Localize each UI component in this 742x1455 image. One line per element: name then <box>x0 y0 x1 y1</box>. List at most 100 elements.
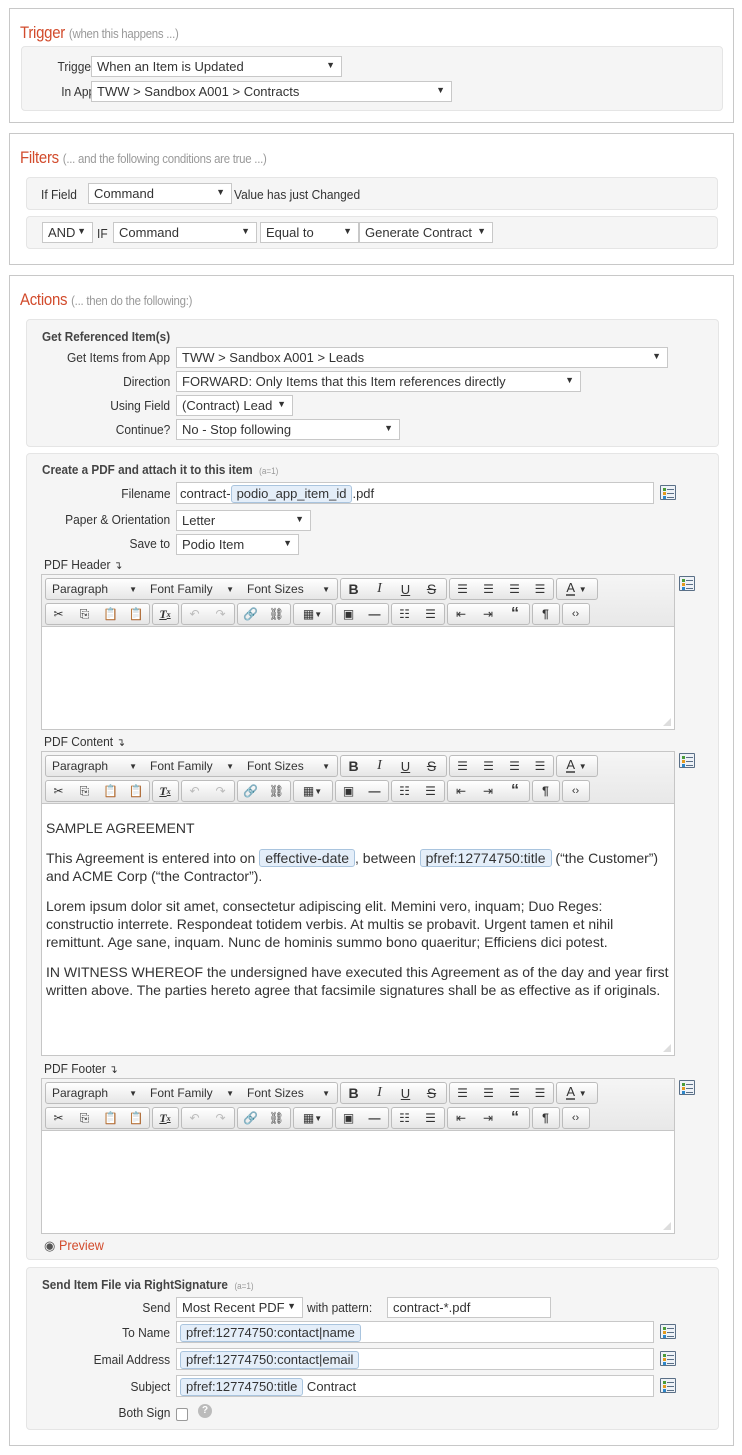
italic-icon[interactable]: I <box>367 1083 393 1103</box>
trigger-select[interactable]: When an Item is Updated ▼ <box>91 56 342 77</box>
align-justify-icon[interactable]: ☰ <box>528 1083 553 1103</box>
copy-icon[interactable]: ⎘ <box>72 1108 98 1128</box>
bullet-list-icon[interactable]: ☷ <box>392 781 418 801</box>
resize-handle[interactable] <box>663 718 671 726</box>
pdf-footer-content[interactable] <box>42 1131 674 1147</box>
underline-icon[interactable]: U <box>393 1083 419 1103</box>
align-left-icon[interactable]: ☰ <box>450 1083 476 1103</box>
numbered-list-icon[interactable]: ☰ <box>418 604 444 624</box>
image-icon[interactable]: ▣ <box>336 1108 362 1128</box>
indent-icon[interactable]: ⇥ <box>475 1108 502 1128</box>
copy-icon[interactable]: ⎘ <box>72 604 98 624</box>
field-picker-icon[interactable] <box>679 753 695 768</box>
align-justify-icon[interactable]: ☰ <box>528 756 553 776</box>
subject-token[interactable]: pfref:12774750:title <box>180 1378 304 1396</box>
in-app-select[interactable]: TWW > Sandbox A001 > Contracts ▼ <box>91 81 452 102</box>
align-justify-icon[interactable]: ☰ <box>528 579 553 599</box>
paragraph-dropdown[interactable]: Paragraph ▼ <box>46 756 144 776</box>
clear-format-icon[interactable]: Tx <box>153 1108 178 1128</box>
strikethrough-icon[interactable]: S <box>419 756 445 776</box>
send-select[interactable]: Most Recent PDF ▼ <box>176 1297 303 1318</box>
link-icon[interactable]: 🔗 <box>238 604 264 624</box>
blockquote-icon[interactable]: “ <box>502 1108 529 1128</box>
font-family-dropdown[interactable]: Font Family ▼ <box>144 579 241 599</box>
numbered-list-icon[interactable]: ☰ <box>418 1108 444 1128</box>
filename-token[interactable]: podio_app_item_id <box>230 485 353 503</box>
value-select[interactable]: Generate Contract ▼ <box>359 222 493 243</box>
clear-format-icon[interactable]: Tx <box>153 604 178 624</box>
undo-icon[interactable]: ↶ <box>182 1108 208 1128</box>
table-icon[interactable]: ▦ ▼ <box>294 781 332 801</box>
email-token[interactable]: pfref:12774750:contact|email <box>180 1351 360 1369</box>
paste-text-icon[interactable]: 📋 <box>124 1108 149 1128</box>
resize-handle[interactable] <box>663 1044 671 1052</box>
underline-icon[interactable]: U <box>393 756 419 776</box>
both-sign-checkbox[interactable] <box>176 1408 188 1421</box>
cut-icon[interactable]: ✂ <box>46 1108 72 1128</box>
source-code-icon[interactable]: ‹› <box>563 1108 589 1128</box>
horizontal-rule-icon[interactable]: — <box>362 604 388 624</box>
underline-icon[interactable]: U <box>393 579 419 599</box>
numbered-list-icon[interactable]: ☰ <box>418 781 444 801</box>
unlink-icon[interactable]: ⛓ <box>264 781 290 801</box>
paste-text-icon[interactable]: 📋 <box>124 781 149 801</box>
operator-select[interactable]: Equal to ▼ <box>260 222 359 243</box>
to-name-input[interactable]: pfref:12774750:contact|name <box>176 1321 654 1343</box>
bullet-list-icon[interactable]: ☷ <box>392 604 418 624</box>
undo-icon[interactable]: ↶ <box>182 781 208 801</box>
field-picker-icon[interactable] <box>660 1324 676 1339</box>
table-icon[interactable]: ▦ ▼ <box>294 604 332 624</box>
filename-input[interactable]: contract-podio_app_item_id .pdf <box>176 482 654 504</box>
align-right-icon[interactable]: ☰ <box>502 1083 528 1103</box>
if-field-select[interactable]: Command ▼ <box>88 183 232 204</box>
unlink-icon[interactable]: ⛓ <box>264 1108 290 1128</box>
paragraph-dropdown[interactable]: Paragraph ▼ <box>46 579 144 599</box>
font-family-dropdown[interactable]: Font Family ▼ <box>144 1083 241 1103</box>
text-color-icon[interactable]: A ▼ <box>557 756 597 776</box>
email-input[interactable]: pfref:12774750:contact|email <box>176 1348 654 1370</box>
bold-icon[interactable]: B <box>341 756 367 776</box>
redo-icon[interactable]: ↷ <box>208 781 234 801</box>
field-picker-icon[interactable] <box>660 1351 676 1366</box>
image-icon[interactable]: ▣ <box>336 781 362 801</box>
align-center-icon[interactable]: ☰ <box>476 756 502 776</box>
align-left-icon[interactable]: ☰ <box>450 579 476 599</box>
blockquote-icon[interactable]: “ <box>502 604 529 624</box>
bold-icon[interactable]: B <box>341 579 367 599</box>
source-code-icon[interactable]: ‹› <box>563 781 589 801</box>
pdf-footer-editor[interactable]: Paragraph ▼ Font Family ▼ Font Sizes ▼ B I … <box>41 1078 675 1234</box>
show-blocks-icon[interactable]: ¶ <box>533 604 559 624</box>
pdf-header-content[interactable] <box>42 627 674 643</box>
paste-icon[interactable]: 📋 <box>98 1108 124 1128</box>
using-field-select[interactable]: (Contract) Lead ▼ <box>176 395 293 416</box>
bullet-list-icon[interactable]: ☷ <box>392 1108 418 1128</box>
bold-icon[interactable]: B <box>341 1083 367 1103</box>
field-picker-icon[interactable] <box>679 576 695 591</box>
strikethrough-icon[interactable]: S <box>419 579 445 599</box>
pdf-content-editor[interactable]: Paragraph ▼ Font Family ▼ Font Sizes ▼ B I … <box>41 751 675 1056</box>
subject-input[interactable]: pfref:12774750:title Contract <box>176 1375 654 1397</box>
condition-field-select[interactable]: Command ▼ <box>113 222 257 243</box>
paragraph-dropdown[interactable]: Paragraph ▼ <box>46 1083 144 1103</box>
indent-icon[interactable]: ⇥ <box>475 604 502 624</box>
align-right-icon[interactable]: ☰ <box>502 756 528 776</box>
horizontal-rule-icon[interactable]: — <box>362 781 388 801</box>
show-blocks-icon[interactable]: ¶ <box>533 1108 559 1128</box>
horizontal-rule-icon[interactable]: — <box>362 1108 388 1128</box>
redo-icon[interactable]: ↷ <box>208 604 234 624</box>
pattern-input[interactable]: contract-*.pdf <box>387 1297 551 1318</box>
text-color-icon[interactable]: A ▼ <box>557 579 597 599</box>
field-picker-icon[interactable] <box>679 1080 695 1095</box>
get-items-app-select[interactable]: TWW > Sandbox A001 > Leads ▼ <box>176 347 668 368</box>
text-color-icon[interactable]: A ▼ <box>557 1083 597 1103</box>
field-picker-icon[interactable] <box>660 1378 676 1393</box>
align-left-icon[interactable]: ☰ <box>450 756 476 776</box>
show-blocks-icon[interactable]: ¶ <box>533 781 559 801</box>
font-sizes-dropdown[interactable]: Font Sizes ▼ <box>241 1083 337 1103</box>
table-icon[interactable]: ▦ ▼ <box>294 1108 332 1128</box>
blockquote-icon[interactable]: “ <box>502 781 529 801</box>
redo-icon[interactable]: ↷ <box>208 1108 234 1128</box>
outdent-icon[interactable]: ⇤ <box>448 604 475 624</box>
font-sizes-dropdown[interactable]: Font Sizes ▼ <box>241 579 337 599</box>
paper-select[interactable]: Letter ▼ <box>176 510 311 531</box>
